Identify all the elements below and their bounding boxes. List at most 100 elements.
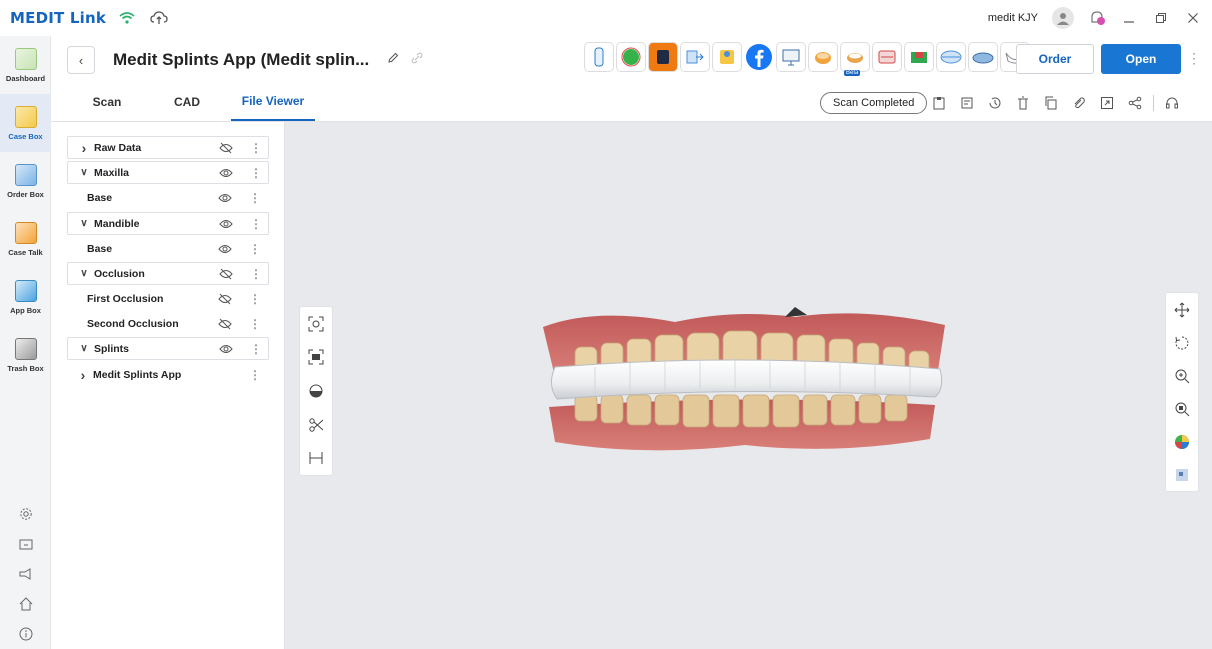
copy-icon[interactable] [1041,93,1061,113]
eye-icon[interactable] [217,241,233,257]
app-icon-monitor[interactable] [776,42,806,72]
share-icon[interactable] [1125,93,1145,113]
row-more-icon[interactable]: ⋮ [249,242,261,256]
row-more-icon[interactable]: ⋮ [250,166,262,180]
eye-icon[interactable] [218,165,234,181]
app-icon-green-sphere[interactable] [616,42,646,72]
home-icon[interactable] [0,589,51,619]
open-button[interactable]: Open [1101,44,1181,74]
minimize-icon[interactable] [1120,9,1138,27]
eye-off-icon[interactable] [217,316,233,332]
capture-icon[interactable] [306,347,326,367]
tree-row[interactable]: Second Occlusion ⋮ [67,312,269,335]
info-icon[interactable] [0,619,51,649]
chevron-down-icon[interactable]: ∨ [74,268,94,279]
zoom-in-icon[interactable] [1172,366,1192,386]
tree-row[interactable]: ∨ Mandible ⋮ [67,212,269,235]
attachment-icon[interactable] [1069,93,1089,113]
chevron-down-icon[interactable]: ∨ [74,343,94,354]
app-icon-blue-tray[interactable] [968,42,998,72]
facebook-icon[interactable] [744,42,774,72]
status-badge[interactable]: Scan Completed [820,92,928,114]
half-sphere-icon[interactable] [306,381,326,401]
app-icon-orange-d[interactable] [648,42,678,72]
color-map-icon[interactable] [1172,432,1192,452]
history-icon[interactable] [985,93,1005,113]
note-icon[interactable] [957,93,977,113]
row-more-icon[interactable]: ⋮ [250,141,262,155]
cloud-sync-icon[interactable] [148,7,170,29]
move-icon[interactable] [1172,300,1192,320]
row-more-icon[interactable]: ⋮ [250,267,262,281]
eye-off-icon[interactable] [218,140,234,156]
link-icon[interactable] [411,51,423,69]
divider [1153,95,1154,111]
dental-model[interactable] [535,297,960,487]
rotate-icon[interactable] [1172,333,1192,353]
app-icon-orange-model[interactable] [808,42,838,72]
tree-row[interactable]: ∨ Splints ⋮ [67,337,269,360]
tree-row[interactable]: First Occlusion ⋮ [67,287,269,310]
eye-off-icon[interactable] [217,291,233,307]
avatar[interactable] [1052,7,1074,29]
scissors-icon[interactable] [306,415,326,435]
tab-scan[interactable]: Scan [65,83,149,121]
dashboard-icon [14,47,37,70]
megaphone-icon[interactable] [0,559,51,589]
app-icon-red-ortho[interactable] [872,42,902,72]
eye-off-icon[interactable] [218,266,234,282]
sidebar-item-trash-box[interactable]: Trash Box [0,326,51,384]
tab-bar: Scan CAD File Viewer Scan Completed [51,84,1212,122]
eye-icon[interactable] [218,341,234,357]
chevron-down-icon[interactable]: ∨ [74,167,94,178]
tree-row[interactable]: › Medit Splints App ⋮ [67,363,269,386]
row-more-icon[interactable]: ⋮ [249,292,261,306]
row-more-icon[interactable]: ⋮ [250,217,262,231]
focus-view-icon[interactable] [306,314,326,334]
tree-row[interactable]: Base ⋮ [67,237,269,260]
folder-icon[interactable] [0,529,51,559]
sidebar-item-dashboard[interactable]: Dashboard [0,36,51,94]
settings-icon[interactable] [0,499,51,529]
clipboard-icon[interactable] [929,93,949,113]
trash-icon[interactable] [1013,93,1033,113]
support-headset-icon[interactable] [1162,93,1182,113]
eye-icon[interactable] [217,190,233,206]
row-more-icon[interactable]: ⋮ [249,191,261,205]
row-more-icon[interactable]: ⋮ [250,342,262,356]
more-options-icon[interactable]: ⋮ [1187,50,1201,67]
eye-icon[interactable] [218,216,234,232]
chevron-right-icon[interactable]: › [73,367,93,383]
restore-icon[interactable] [1152,9,1170,27]
app-icon-heatmap[interactable] [904,42,934,72]
back-button[interactable]: ‹ [67,46,95,74]
3d-viewport[interactable] [285,122,1212,649]
app-icon-transfer[interactable] [680,42,710,72]
app-icon-lips[interactable] [936,42,966,72]
app-icon-splints-beta[interactable]: Beta [840,42,870,76]
tree-row[interactable]: Base ⋮ [67,186,269,209]
tab-file-viewer[interactable]: File Viewer [231,83,315,121]
sidebar-item-order-box[interactable]: Order Box [0,152,51,210]
zoom-region-icon[interactable] [1172,399,1192,419]
tree-row[interactable]: ∨ Maxilla ⋮ [67,161,269,184]
close-icon[interactable] [1184,9,1202,27]
expand-icon[interactable] [1097,93,1117,113]
row-more-icon[interactable]: ⋮ [249,317,261,331]
app-icon-puzzle[interactable] [712,42,742,72]
tab-cad[interactable]: CAD [149,83,225,121]
app-icon-scanner[interactable] [584,42,614,72]
tree-row[interactable]: ∨ Occlusion ⋮ [67,262,269,285]
texture-icon[interactable] [1172,465,1192,485]
chevron-down-icon[interactable]: ∨ [74,218,94,229]
notification-bell-icon[interactable] [1088,9,1106,27]
measure-icon[interactable] [306,448,326,468]
edit-pencil-icon[interactable] [387,51,399,69]
tree-row[interactable]: › Raw Data ⋮ [67,136,269,159]
sidebar-item-app-box[interactable]: App Box [0,268,51,326]
sidebar-item-case-talk[interactable]: Case Talk [0,210,51,268]
chevron-right-icon[interactable]: › [74,140,94,156]
order-button[interactable]: Order [1016,44,1094,74]
row-more-icon[interactable]: ⋮ [249,368,261,382]
sidebar-item-case-box[interactable]: Case Box [0,94,51,152]
